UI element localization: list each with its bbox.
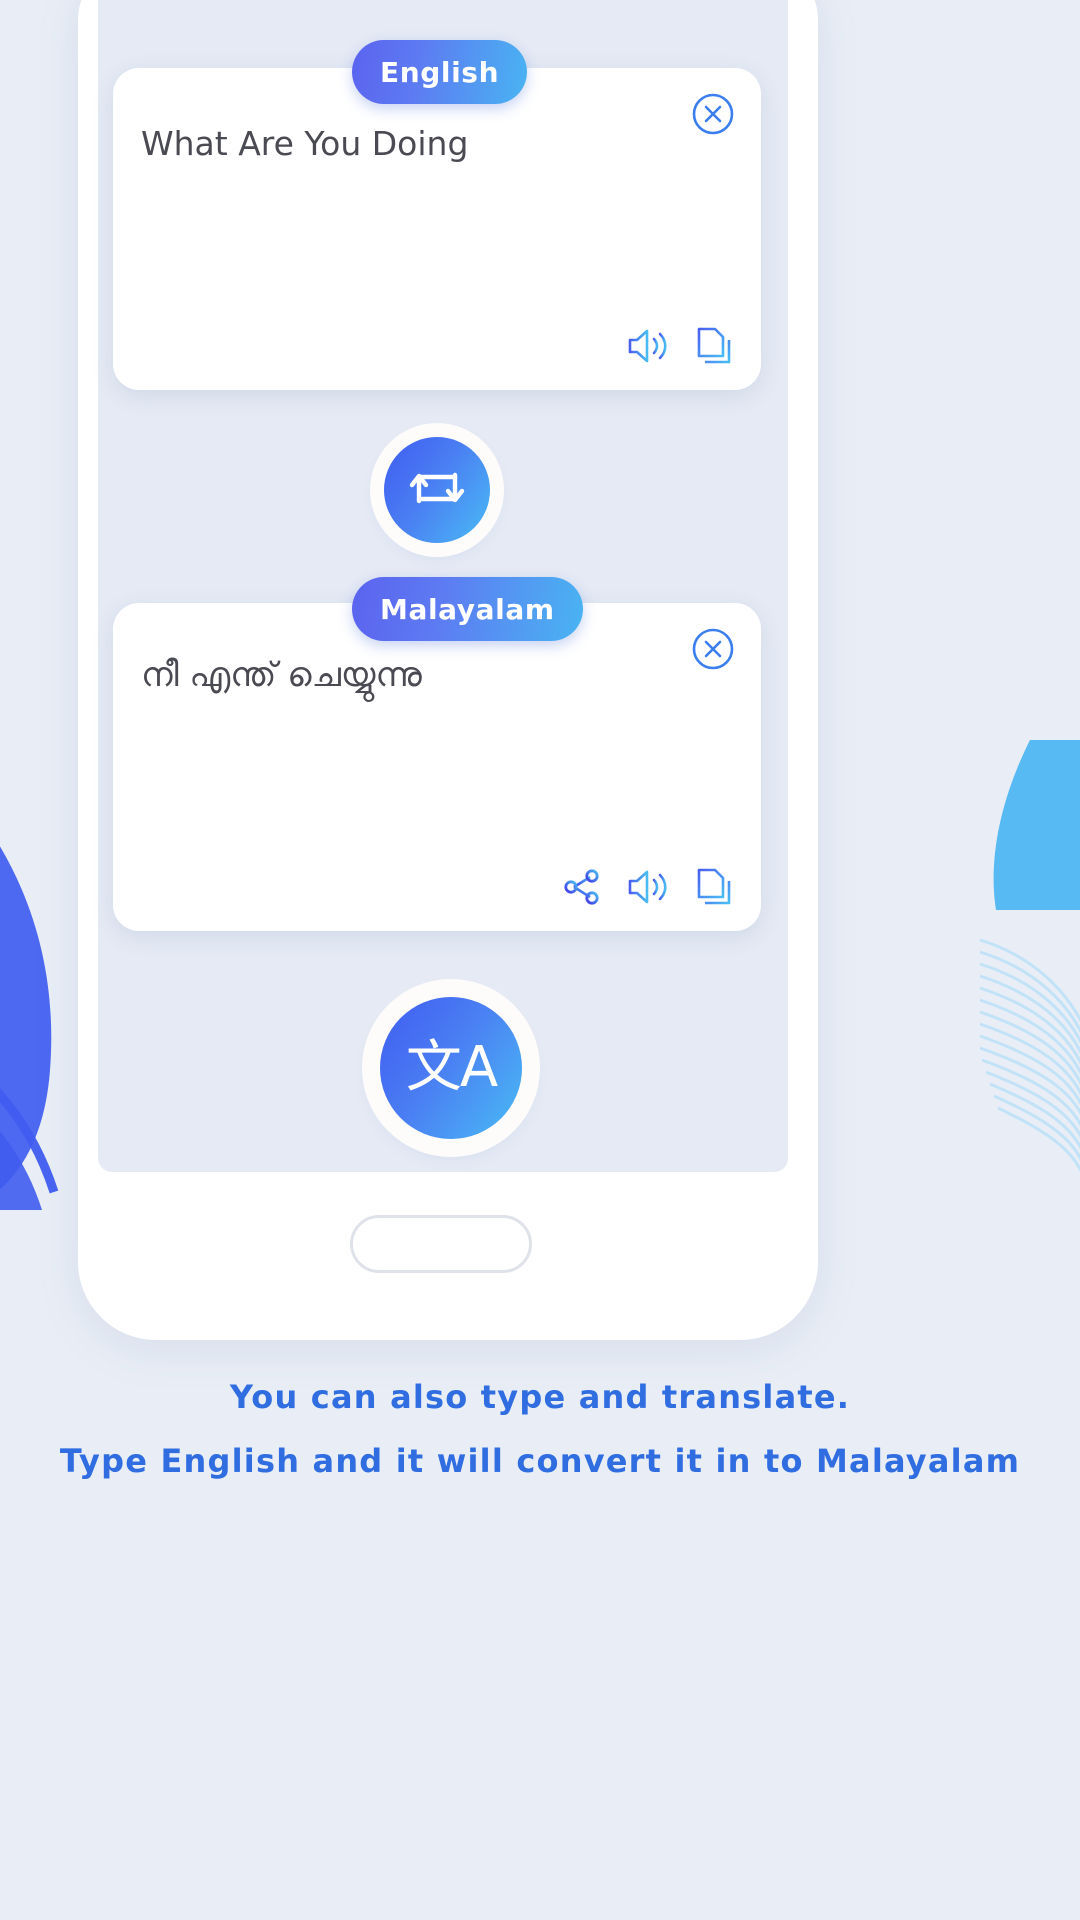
clear-source-button[interactable]	[691, 92, 735, 136]
translate-button[interactable]: 文A	[380, 997, 522, 1139]
translated-text: നീ എന്ത് ചെയ്യുന്നു	[141, 655, 422, 695]
speaker-icon[interactable]	[625, 325, 671, 371]
footer-line-1: You can also type and translate.	[229, 1378, 851, 1416]
target-language-label: Malayalam	[380, 592, 555, 626]
source-language-label: English	[380, 55, 500, 89]
share-icon[interactable]	[559, 865, 603, 913]
footer: You can also type and translate. Type En…	[0, 1378, 1080, 1480]
source-text-card: What Are You Doing	[113, 68, 761, 390]
source-actions	[625, 324, 735, 372]
source-language-badge[interactable]: English	[352, 40, 528, 104]
footer-line-2: Type English and it will convert it in t…	[59, 1442, 1021, 1480]
source-text: What Are You Doing	[141, 124, 469, 163]
home-indicator[interactable]	[350, 1215, 532, 1273]
speaker-icon[interactable]	[625, 866, 671, 912]
target-text-card: നീ എന്ത് ചെയ്യുന്നു	[113, 603, 761, 931]
swap-languages-button[interactable]	[384, 437, 490, 543]
target-actions	[559, 865, 735, 913]
swap-languages-icon	[406, 459, 468, 521]
copy-icon[interactable]	[693, 324, 735, 372]
clear-translation-button[interactable]	[691, 627, 735, 671]
app-root: English What Are You Doing Malayalam നീ …	[0, 0, 1080, 1920]
decorative-wave-right	[910, 740, 1080, 1220]
copy-icon[interactable]	[693, 865, 735, 913]
target-language-badge[interactable]: Malayalam	[352, 577, 583, 641]
translate-icon: 文A	[405, 1035, 498, 1100]
